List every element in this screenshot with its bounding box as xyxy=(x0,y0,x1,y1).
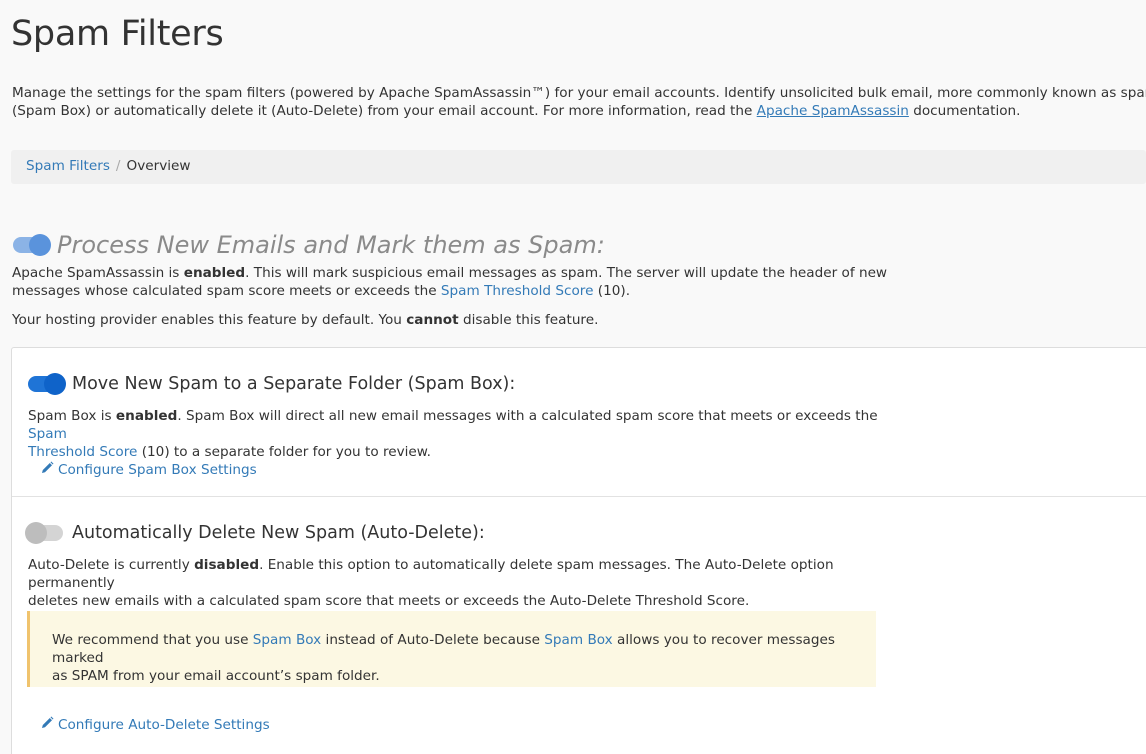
pencil-icon xyxy=(42,716,54,728)
breadcrumb: Spam Filters / Overview xyxy=(11,150,1146,184)
breadcrumb-current: Overview xyxy=(126,158,191,174)
configure-spam-box-label: Configure Spam Box Settings xyxy=(58,462,257,478)
spam-threshold-link-1[interactable]: Spam xyxy=(28,426,67,442)
intro-text: Manage the settings for the spam filters… xyxy=(12,84,1146,120)
apache-spamassassin-link[interactable]: Apache SpamAssassin xyxy=(757,103,909,119)
page-title: Spam Filters xyxy=(11,14,224,54)
configure-auto-delete-label: Configure Auto-Delete Settings xyxy=(58,717,270,733)
intro-line-1: Manage the settings for the spam filters… xyxy=(12,85,1146,101)
auto-delete-toggle[interactable] xyxy=(25,522,63,544)
spam-filters-page: Spam Filters Manage the settings for the… xyxy=(0,0,1146,754)
intro-line-2: (Spam Box) or automatically delete it (A… xyxy=(12,102,1146,120)
auto-delete-description: Auto-Delete is currently disabled. Enabl… xyxy=(28,557,834,609)
process-emails-heading: Process New Emails and Mark them as Spam… xyxy=(57,231,605,259)
spam-box-heading: Move New Spam to a Separate Folder (Spam… xyxy=(72,374,516,394)
toggle-knob xyxy=(25,522,47,544)
breadcrumb-separator: / xyxy=(115,158,121,174)
process-emails-toggle[interactable] xyxy=(13,234,51,256)
toggle-knob xyxy=(44,373,66,395)
spam-box-link-2[interactable]: Spam Box xyxy=(544,632,612,648)
breadcrumb-spam-filters[interactable]: Spam Filters xyxy=(26,158,110,174)
configure-auto-delete-link[interactable]: Configure Auto-Delete Settings xyxy=(40,716,270,733)
process-emails-note: Your hosting provider enables this featu… xyxy=(12,312,599,328)
auto-delete-heading: Automatically Delete New Spam (Auto-Dele… xyxy=(72,523,485,543)
spam-box-link-1[interactable]: Spam Box xyxy=(253,632,321,648)
spam-threshold-link-2[interactable]: Threshold Score xyxy=(28,444,137,460)
intro-line-2-prefix: (Spam Box) or automatically delete it (A… xyxy=(12,103,757,119)
toggle-knob xyxy=(29,234,51,256)
recommendation-notice: We recommend that you use Spam Box inste… xyxy=(27,611,876,687)
spam-box-toggle[interactable] xyxy=(28,373,66,395)
process-emails-description: Apache SpamAssassin is enabled. This wil… xyxy=(12,265,888,299)
configure-spam-box-link[interactable]: Configure Spam Box Settings xyxy=(40,461,257,478)
spam-box-description: Spam Box is enabled. Spam Box will direc… xyxy=(28,408,878,460)
section-divider xyxy=(12,496,1146,497)
spam-threshold-score-link[interactable]: Spam Threshold Score xyxy=(441,283,594,299)
intro-line-2-suffix: documentation. xyxy=(908,103,1021,119)
pencil-icon xyxy=(42,461,54,473)
